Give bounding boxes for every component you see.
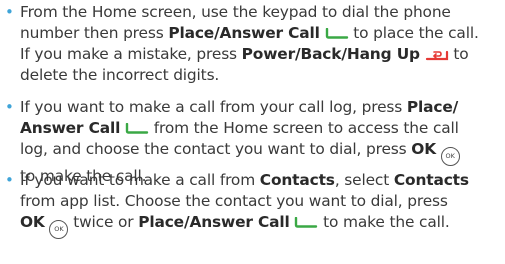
key-name: Power/Back/Hang Up — [241, 45, 420, 63]
hang-up-key-icon — [425, 49, 449, 61]
call-key-icon — [294, 217, 318, 228]
text-line: From the Home screen, use the keypad to … — [20, 3, 451, 21]
call-key-icon — [125, 123, 149, 134]
list-item: • If you want to make a call from Contac… — [0, 170, 505, 239]
app-name: Contacts — [393, 171, 469, 189]
text-line: log, and choose the contact you want to … — [20, 139, 505, 166]
key-name: OK — [411, 140, 436, 158]
bullet-marker: • — [5, 98, 14, 116]
text-line: from app list. Choose the contact you wa… — [20, 192, 448, 210]
list-item-text: From the Home screen, use the keypad to … — [20, 2, 505, 86]
bullet-marker: • — [5, 171, 14, 189]
bullet-marker: • — [5, 3, 14, 21]
ok-key-icon: OK — [49, 220, 69, 239]
text-line: delete the incorrect digits. — [20, 66, 220, 84]
text-line: If you make a mistake, press Power/Back/… — [20, 45, 469, 63]
text-line: If you want to make a call from your cal… — [20, 98, 459, 116]
text-line: If you want to make a call from Contacts… — [20, 171, 469, 189]
text-line: Answer Call from the Home screen to acce… — [20, 119, 459, 137]
list-item-text: If you want to make a call from Contacts… — [20, 170, 505, 239]
key-name: Place/Answer Call — [138, 213, 290, 231]
list-item: • From the Home screen, use the keypad t… — [0, 2, 505, 86]
key-name: Answer Call — [20, 119, 121, 137]
text-line: OK OK twice or Place/Answer Call to make… — [20, 212, 505, 239]
text-line: number then press Place/Answer Call to p… — [20, 24, 479, 42]
ok-key-icon: OK — [440, 147, 460, 166]
key-name: Place/Answer Call — [168, 24, 320, 42]
call-key-icon — [325, 28, 349, 39]
key-name: OK — [20, 213, 45, 231]
app-name: Contacts — [259, 171, 335, 189]
key-name: Place/ — [406, 98, 459, 116]
